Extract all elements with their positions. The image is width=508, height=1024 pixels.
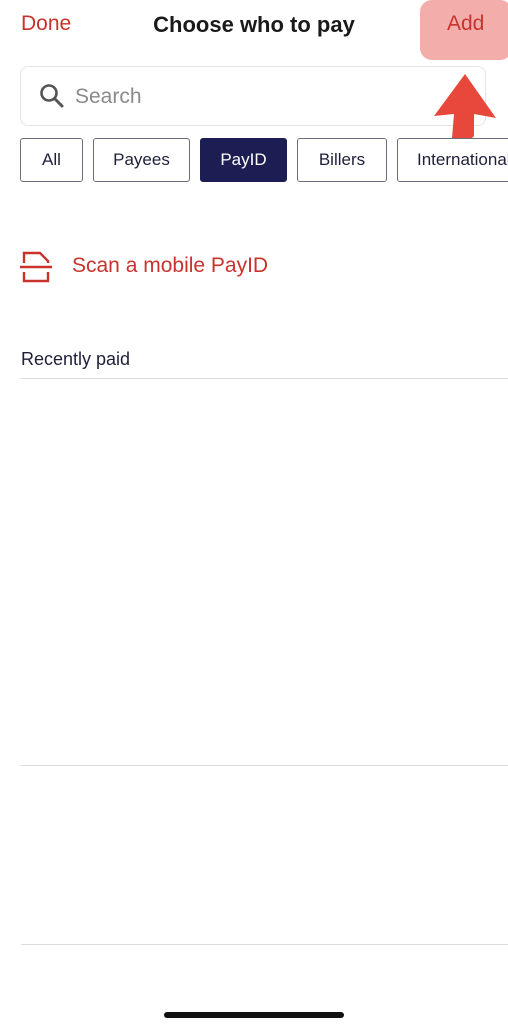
search-icon [40,84,64,108]
search-bar[interactable] [20,66,486,126]
filter-chip-payees[interactable]: Payees [93,138,190,182]
scan-payid-label: Scan a mobile PayID [72,254,269,277]
divider [21,765,508,766]
divider [21,944,508,945]
annotation-arrow-icon [434,74,496,143]
filter-chip-international[interactable]: International [397,138,508,182]
search-input[interactable] [73,81,457,113]
filter-chip-all[interactable]: All [20,138,83,182]
scan-icon [20,251,52,283]
done-button[interactable]: Done [21,12,71,36]
add-button[interactable]: Add [447,12,484,36]
filter-chip-billers[interactable]: Billers [297,138,387,182]
filter-chip-payid[interactable]: PayID [200,138,287,182]
scan-payid-button[interactable]: Scan a mobile PayID [20,248,490,288]
divider [21,378,508,379]
home-indicator[interactable] [164,1012,344,1018]
recently-paid-heading: Recently paid [21,349,131,369]
